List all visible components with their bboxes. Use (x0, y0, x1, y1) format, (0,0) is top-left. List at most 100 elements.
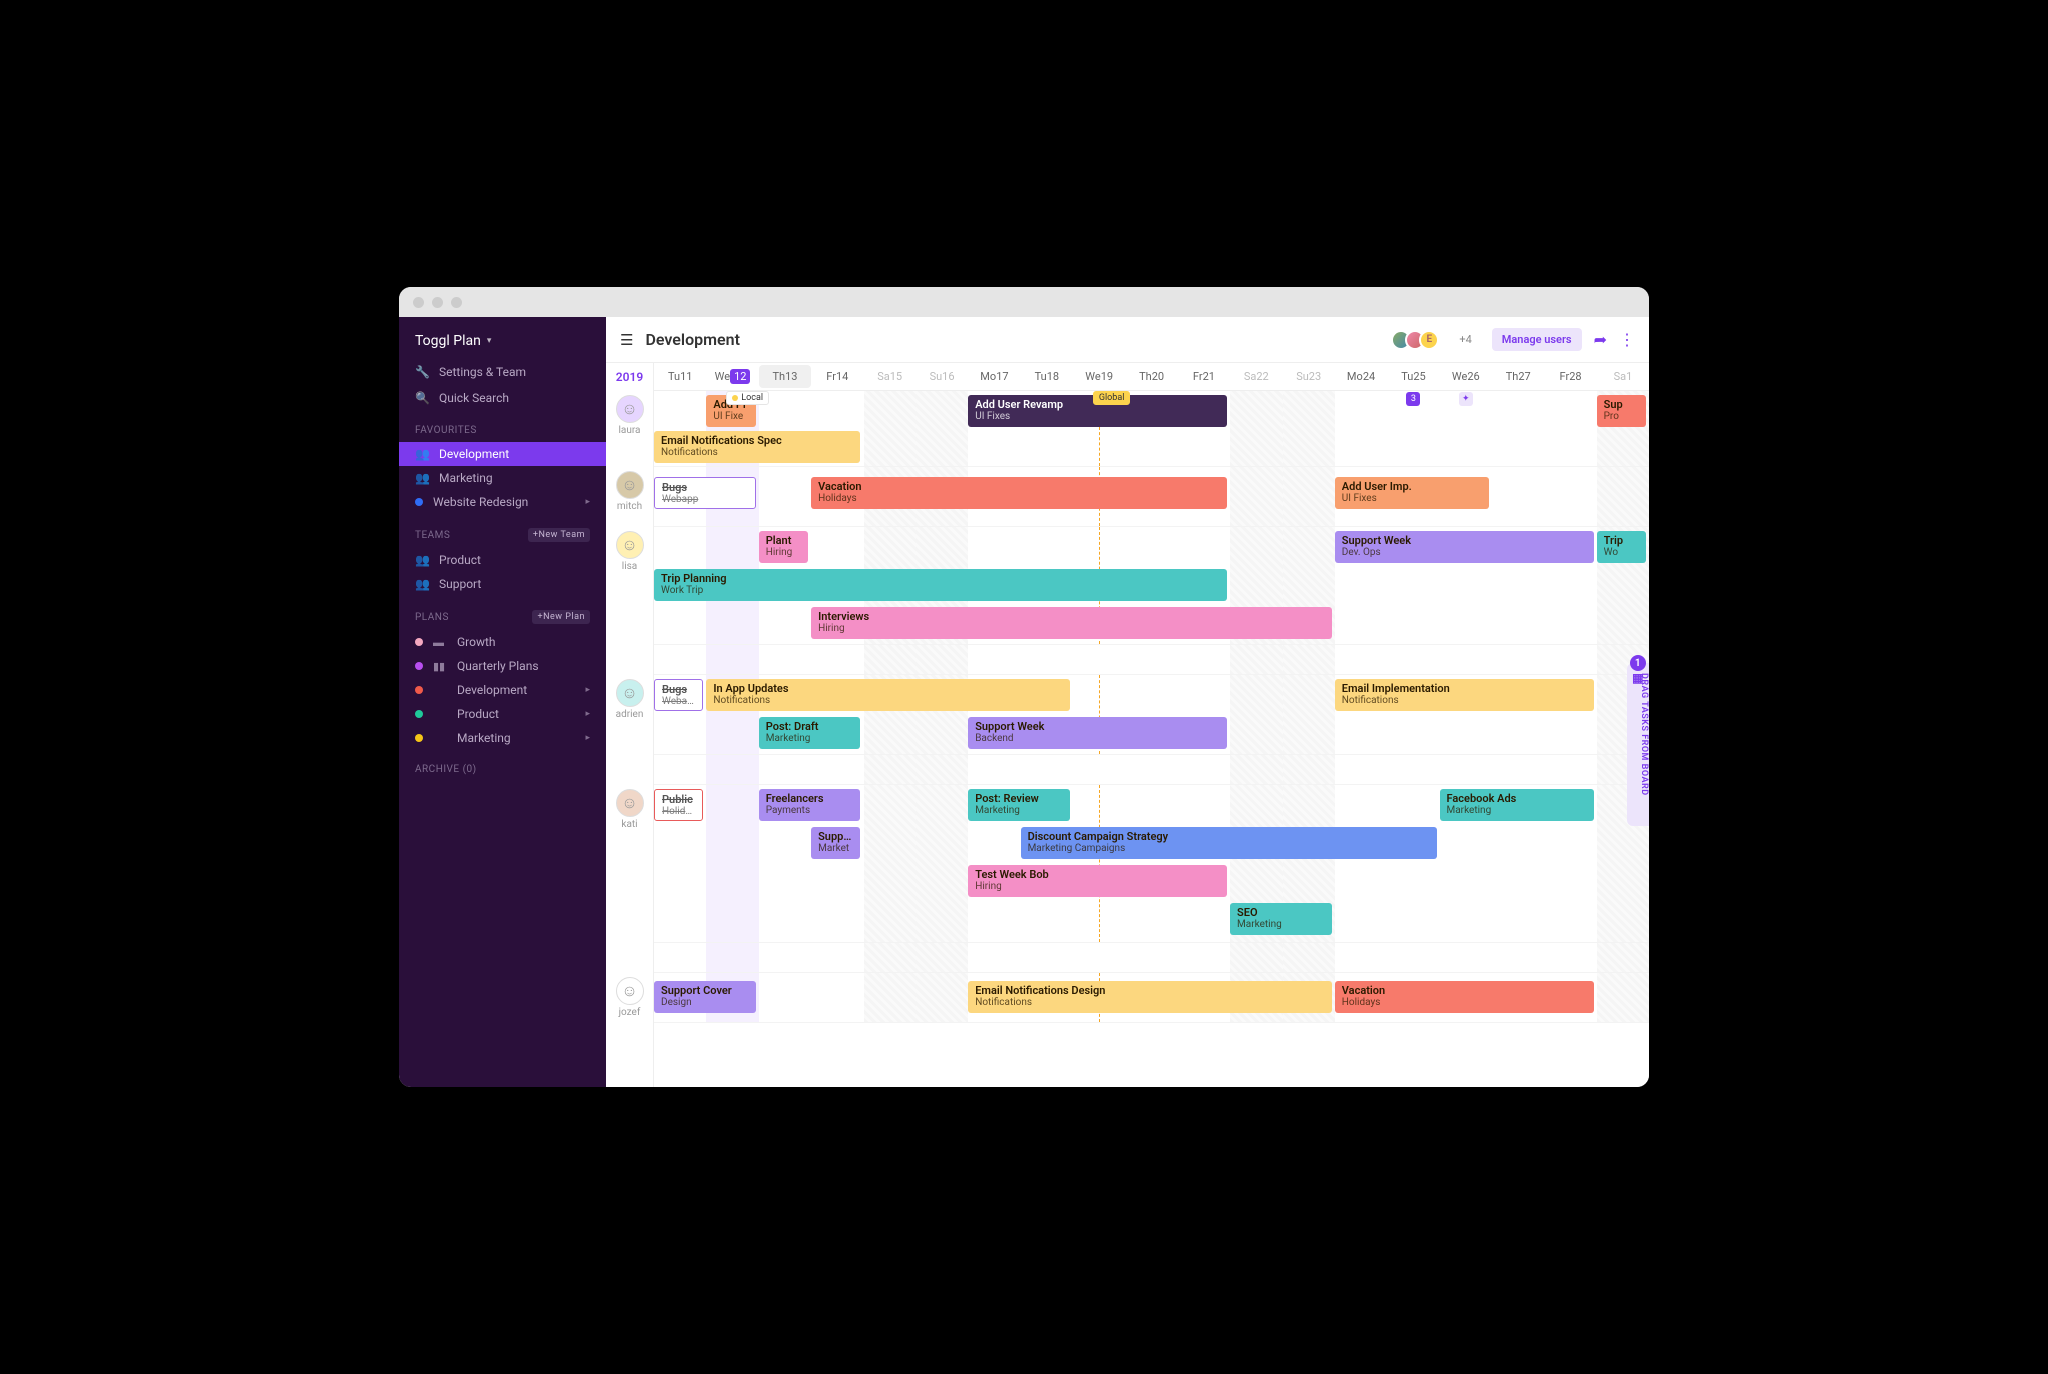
day-header[interactable]: Mo 24 (1335, 363, 1387, 390)
quick-search-link[interactable]: 🔍 Quick Search (399, 385, 606, 411)
task-title: Suppor (818, 830, 853, 843)
plan-dot-icon (415, 638, 423, 646)
sidebar-item-product[interactable]: 👥Product (399, 548, 606, 572)
task[interactable]: In App UpdatesNotifications (706, 679, 1070, 711)
task-subtitle: Marketing (1237, 919, 1325, 931)
day-header[interactable]: Mo 17 (968, 363, 1020, 390)
timeline-grid[interactable]: Tu 11We 12Th 13Fr 14Sa 15Su 16Mo 17Tu 18… (654, 363, 1649, 1087)
task[interactable]: BugsWebapp (654, 477, 756, 509)
person-lisa[interactable]: ☺lisa (606, 527, 653, 645)
task[interactable]: VacationHolidays (1335, 981, 1594, 1013)
task[interactable]: Discount Campaign StrategyMarketing Camp… (1021, 827, 1437, 859)
day-header[interactable]: Fr 28 (1544, 363, 1596, 390)
day-badge[interactable]: 3 (1406, 392, 1420, 406)
day-header[interactable]: We 26 (1440, 363, 1492, 390)
task[interactable]: InterviewsHiring (811, 607, 1332, 639)
task-title: Facebook Ads (1447, 792, 1587, 805)
task[interactable]: SupporMarket (811, 827, 860, 859)
drag-panel-label: DRAG TASKS FROM BOARD (1639, 673, 1649, 796)
sidebar-item-growth[interactable]: ▬Growth (399, 630, 606, 654)
day-header[interactable]: Tu 25 (1387, 363, 1439, 390)
new-team-button[interactable]: +New Team (528, 528, 590, 542)
task[interactable]: Test Week BobHiring (968, 865, 1227, 897)
day-header[interactable]: Su 23 (1283, 363, 1335, 390)
collapse-sidebar-icon[interactable]: ☰ (620, 331, 633, 349)
day-header[interactable]: Sa 1 (1597, 363, 1649, 390)
brand-menu[interactable]: Toggl Plan ▾ (399, 327, 606, 359)
search-icon: 🔍 (415, 391, 429, 405)
day-header[interactable]: Su 16 (916, 363, 968, 390)
task-title: Interviews (818, 610, 1325, 623)
task[interactable]: PublicHoliday (654, 789, 703, 821)
member-avatars[interactable]: E (1397, 330, 1439, 350)
sidebar-item-quarterly-plans[interactable]: ▮▮Quarterly Plans (399, 654, 606, 678)
year-label[interactable]: 2019 (606, 363, 653, 391)
day-header[interactable]: Th 27 (1492, 363, 1544, 390)
task[interactable]: TripWo (1597, 531, 1646, 563)
day-header[interactable]: Fr 14 (811, 363, 863, 390)
task[interactable]: Email Notifications SpecNotifications (654, 431, 860, 463)
task[interactable]: Post: ReviewMarketing (968, 789, 1070, 821)
more-members-count[interactable]: +4 (1459, 333, 1471, 346)
content-area: ☰ Development E +4 Manage users ➦ ⋮ 2019… (606, 317, 1649, 1087)
sidebar-item-product[interactable]: Product▸ (399, 702, 606, 726)
person-mitch[interactable]: ☺mitch (606, 467, 653, 527)
person-laura[interactable]: ☺laura (606, 391, 653, 467)
sidebar: Toggl Plan ▾ 🔧 Settings & Team 🔍 Quick S… (399, 317, 606, 1087)
window-close-dot[interactable] (413, 297, 424, 308)
task[interactable]: Post: DraftMarketing (759, 717, 861, 749)
task[interactable]: Add User Imp.UI Fixes (1335, 477, 1489, 509)
sidebar-item-marketing[interactable]: 👥Marketing (399, 466, 606, 490)
share-icon[interactable]: ➦ (1594, 330, 1607, 349)
task[interactable]: BugsWebapp (654, 679, 703, 711)
window-min-dot[interactable] (432, 297, 443, 308)
bars-icon: ▬ (433, 636, 447, 649)
task[interactable]: Support WeekBackend (968, 717, 1227, 749)
day-header[interactable]: We 19 (1073, 363, 1125, 390)
task-title: In App Updates (713, 682, 1063, 695)
person-kati[interactable]: ☺kati (606, 785, 653, 943)
day-header[interactable]: Sa 15 (864, 363, 916, 390)
new-plan-button[interactable]: +New Plan (532, 610, 590, 624)
task[interactable]: Support CoverDesign (654, 981, 756, 1013)
task-subtitle: Pro (1604, 411, 1639, 423)
task[interactable]: Support WeekDev. Ops (1335, 531, 1594, 563)
sidebar-item-development[interactable]: Development▸ (399, 678, 606, 702)
more-menu-icon[interactable]: ⋮ (1619, 330, 1635, 349)
task-subtitle: Holiday (662, 806, 695, 818)
window-max-dot[interactable] (451, 297, 462, 308)
day-header[interactable]: Th 20 (1125, 363, 1177, 390)
global-tag[interactable]: Global (1093, 391, 1131, 405)
manage-users-button[interactable]: Manage users (1492, 328, 1582, 351)
task[interactable]: SEOMarketing (1230, 903, 1332, 935)
avatar: ☺ (616, 789, 644, 817)
drag-tasks-panel[interactable]: 1 ▦ DRAG TASKS FROM BOARD (1627, 663, 1649, 826)
task[interactable]: VacationHolidays (811, 477, 1227, 509)
person-adrien[interactable]: ☺adrien (606, 675, 653, 755)
settings-team-link[interactable]: 🔧 Settings & Team (399, 359, 606, 385)
day-badge-icon[interactable]: ✦ (1459, 392, 1473, 406)
sidebar-item-website-redesign[interactable]: Website Redesign▸ (399, 490, 606, 514)
task[interactable]: PlantHiring (759, 531, 808, 563)
task[interactable]: Trip PlanningWork Trip (654, 569, 1227, 601)
day-header[interactable]: Tu 18 (1021, 363, 1073, 390)
sidebar-item-development[interactable]: 👥Development (399, 442, 606, 466)
task[interactable]: FreelancersPayments (759, 789, 861, 821)
chevron-right-icon: ▸ (585, 709, 590, 719)
sidebar-item-support[interactable]: 👥Support (399, 572, 606, 596)
person-jozef[interactable]: ☺jozef (606, 973, 653, 1023)
day-header[interactable]: We 12 (706, 363, 758, 390)
day-header[interactable]: Fr 21 (1178, 363, 1230, 390)
avatar: E (1419, 330, 1439, 350)
sidebar-item-marketing[interactable]: Marketing▸ (399, 726, 606, 750)
day-header[interactable]: Tu 11 (654, 363, 706, 390)
task[interactable]: Facebook AdsMarketing (1440, 789, 1594, 821)
section-teams: TEAMS +New Team (399, 514, 606, 548)
local-tag[interactable]: Local (726, 391, 769, 405)
day-header[interactable]: Th 13 (759, 365, 811, 388)
team-icon: 👥 (415, 553, 429, 567)
task[interactable]: SupPro (1597, 395, 1646, 427)
task[interactable]: Email Notifications DesignNotifications (968, 981, 1332, 1013)
day-header[interactable]: Sa 22 (1230, 363, 1282, 390)
task[interactable]: Email ImplementationNotifications (1335, 679, 1594, 711)
